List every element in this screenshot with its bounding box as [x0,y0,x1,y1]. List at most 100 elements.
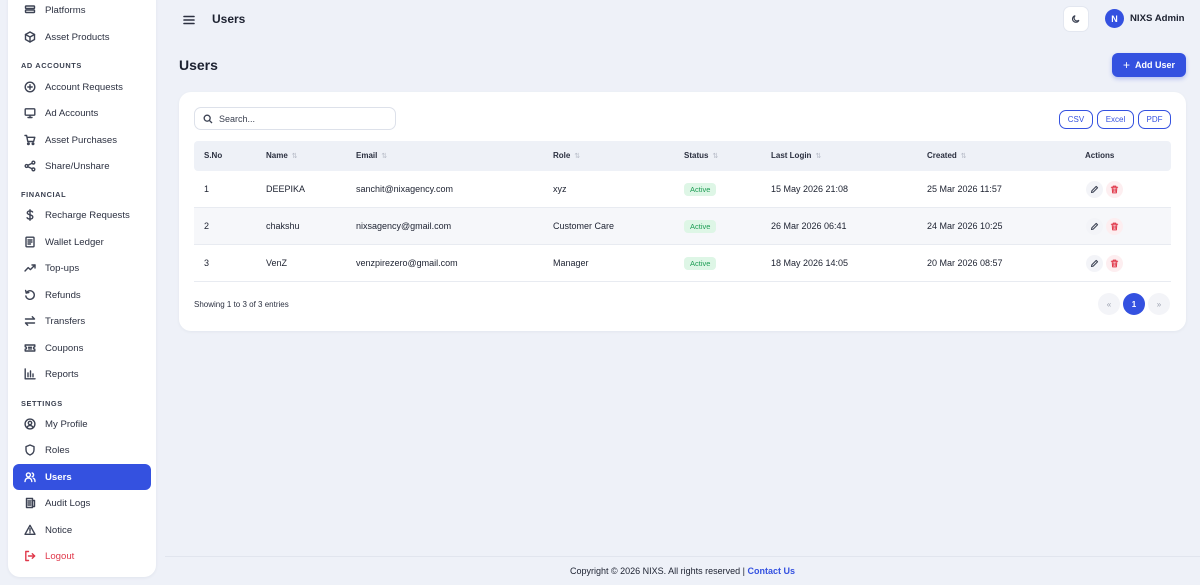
sidebar-item-reports[interactable]: Reports [13,361,151,387]
sidebar-item-label: Wallet Ledger [45,236,104,248]
sidebar-item-coupons[interactable]: Coupons [13,335,151,361]
cell-name: DEEPIKA [266,184,306,194]
column-name[interactable]: Name ⇅ [266,151,298,160]
export-csv-button[interactable]: CSV [1059,110,1093,129]
cell-sno: 2 [204,221,210,231]
ledger-icon [24,236,36,248]
pagination-next[interactable]: » [1148,293,1170,315]
topbar: Users N NIXS Admin [165,0,1200,40]
sidebar-item-label: Share/Unshare [45,160,110,172]
search-icon [203,114,213,123]
logout-icon [24,550,36,562]
status-badge: Active [684,220,717,233]
sidebar-item-ad-accounts[interactable]: Ad Accounts [13,100,151,126]
status-badge: Active [684,257,717,270]
user-name[interactable]: NIXS Admin [1130,13,1185,24]
cell-created: 20 Mar 2026 08:57 [927,258,1003,268]
sidebar-item-label: Coupons [45,342,84,354]
sidebar-item-platforms[interactable]: Platforms [13,0,151,23]
sidebar-item-label: Users [45,471,72,483]
plus-icon: + [1122,58,1130,72]
export-excel-button[interactable]: Excel [1097,110,1134,129]
sort-icon: ⇅ [574,153,581,160]
edit-button[interactable] [1086,255,1103,272]
user-circle-icon [24,418,36,430]
cell-name: VenZ [266,258,288,268]
ticket-icon [24,342,36,354]
column-role[interactable]: Role ⇅ [553,151,580,160]
pagination-page-1[interactable]: 1 [1123,293,1145,315]
sidebar-item-share-unshare[interactable]: Share/Unshare [13,153,151,179]
theme-toggle-button[interactable] [1063,6,1089,32]
cell-last-login: 18 May 2026 14:05 [771,258,849,268]
sidebar-item-label: Audit Logs [45,497,91,509]
users-icon [24,471,36,483]
sidebar-item-notice[interactable]: Notice [13,517,151,543]
sidebar-section-ad-accounts: AD ACCOUNTS [21,61,82,70]
table-row: 1 DEEPIKA sanchit@nixagency.com xyz Acti… [194,171,1171,208]
cell-email: venzpirezero@gmail.com [356,258,458,268]
column-created[interactable]: Created ⇅ [927,151,967,160]
sidebar-item-users[interactable]: Users [13,464,151,490]
export-pdf-button[interactable]: PDF [1138,110,1171,129]
column-last-login[interactable]: Last Login ⇅ [771,151,821,160]
column-status[interactable]: Status ⇅ [684,151,718,160]
column-email[interactable]: Email ⇅ [356,151,387,160]
cell-email: sanchit@nixagency.com [356,184,454,194]
cell-role: xyz [553,184,567,194]
sidebar-item-transfers[interactable]: Transfers [13,308,151,334]
delete-button[interactable] [1106,218,1123,235]
page-footer: Copyright © 2026 NIXS. All rights reserv… [165,556,1200,585]
table-info: Showing 1 to 3 of 3 entries [194,300,289,309]
sidebar-item-refunds[interactable]: Refunds [13,282,151,308]
sidebar-item-wallet-ledger[interactable]: Wallet Ledger [13,229,151,255]
sidebar-item-label: Asset Products [45,31,110,43]
sort-icon: ⇅ [381,153,388,160]
search-box[interactable] [194,107,396,130]
log-icon [24,497,36,509]
delete-button[interactable] [1106,255,1123,272]
cell-created: 24 Mar 2026 10:25 [927,221,1003,231]
sidebar-item-top-ups[interactable]: Top-ups [13,255,151,281]
bar-chart-icon [24,368,36,380]
column-sno: S.No [204,151,223,160]
sidebar-item-label: Roles [45,444,70,456]
sidebar-item-my-profile[interactable]: My Profile [13,411,151,437]
add-user-button[interactable]: + Add User [1112,53,1186,77]
edit-button[interactable] [1086,218,1103,235]
pencil-icon [1090,259,1099,268]
search-input[interactable] [219,113,389,124]
sidebar-item-roles[interactable]: Roles [13,437,151,463]
sort-icon: ⇅ [712,153,719,160]
cell-email: nixsagency@gmail.com [356,221,452,231]
cell-created: 25 Mar 2026 11:57 [927,184,1002,194]
sidebar-section-settings: SETTINGS [21,399,63,408]
box-icon [24,31,36,43]
sidebar-item-audit-logs[interactable]: Audit Logs [13,490,151,516]
delete-button[interactable] [1106,181,1123,198]
sidebar-item-asset-purchases[interactable]: Asset Purchases [13,127,151,153]
sidebar-item-label: Reports [45,368,79,380]
sidebar-item-logout[interactable]: Logout [13,543,151,569]
cell-role: Manager [553,258,589,268]
sidebar-section-financial: FINANCIAL [21,190,67,199]
column-actions: Actions [1085,151,1115,160]
pencil-icon [1090,222,1099,231]
avatar[interactable]: N [1105,9,1124,28]
cell-sno: 3 [204,258,210,268]
table-row: 3 VenZ venzpirezero@gmail.com Manager Ac… [194,245,1171,282]
sidebar-item-label: Platforms [45,4,86,16]
sidebar-item-recharge-requests[interactable]: Recharge Requests [13,202,151,228]
sidebar-item-account-requests[interactable]: Account Requests [13,74,151,100]
edit-button[interactable] [1086,181,1103,198]
pagination-prev[interactable]: « [1098,293,1120,315]
sidebar-item-asset-products[interactable]: Asset Products [13,24,151,50]
plus-circle-icon [24,81,36,93]
hamburger-menu-icon[interactable] [183,13,195,25]
copyright-text: Copyright © 2026 NIXS. All rights reserv… [569,566,746,576]
cell-sno: 1 [204,184,210,194]
sort-icon: ⇅ [960,153,967,160]
contact-us-link[interactable]: Contact Us [748,566,796,576]
sidebar-item-label: Ad Accounts [45,107,99,119]
trending-icon [24,262,36,274]
